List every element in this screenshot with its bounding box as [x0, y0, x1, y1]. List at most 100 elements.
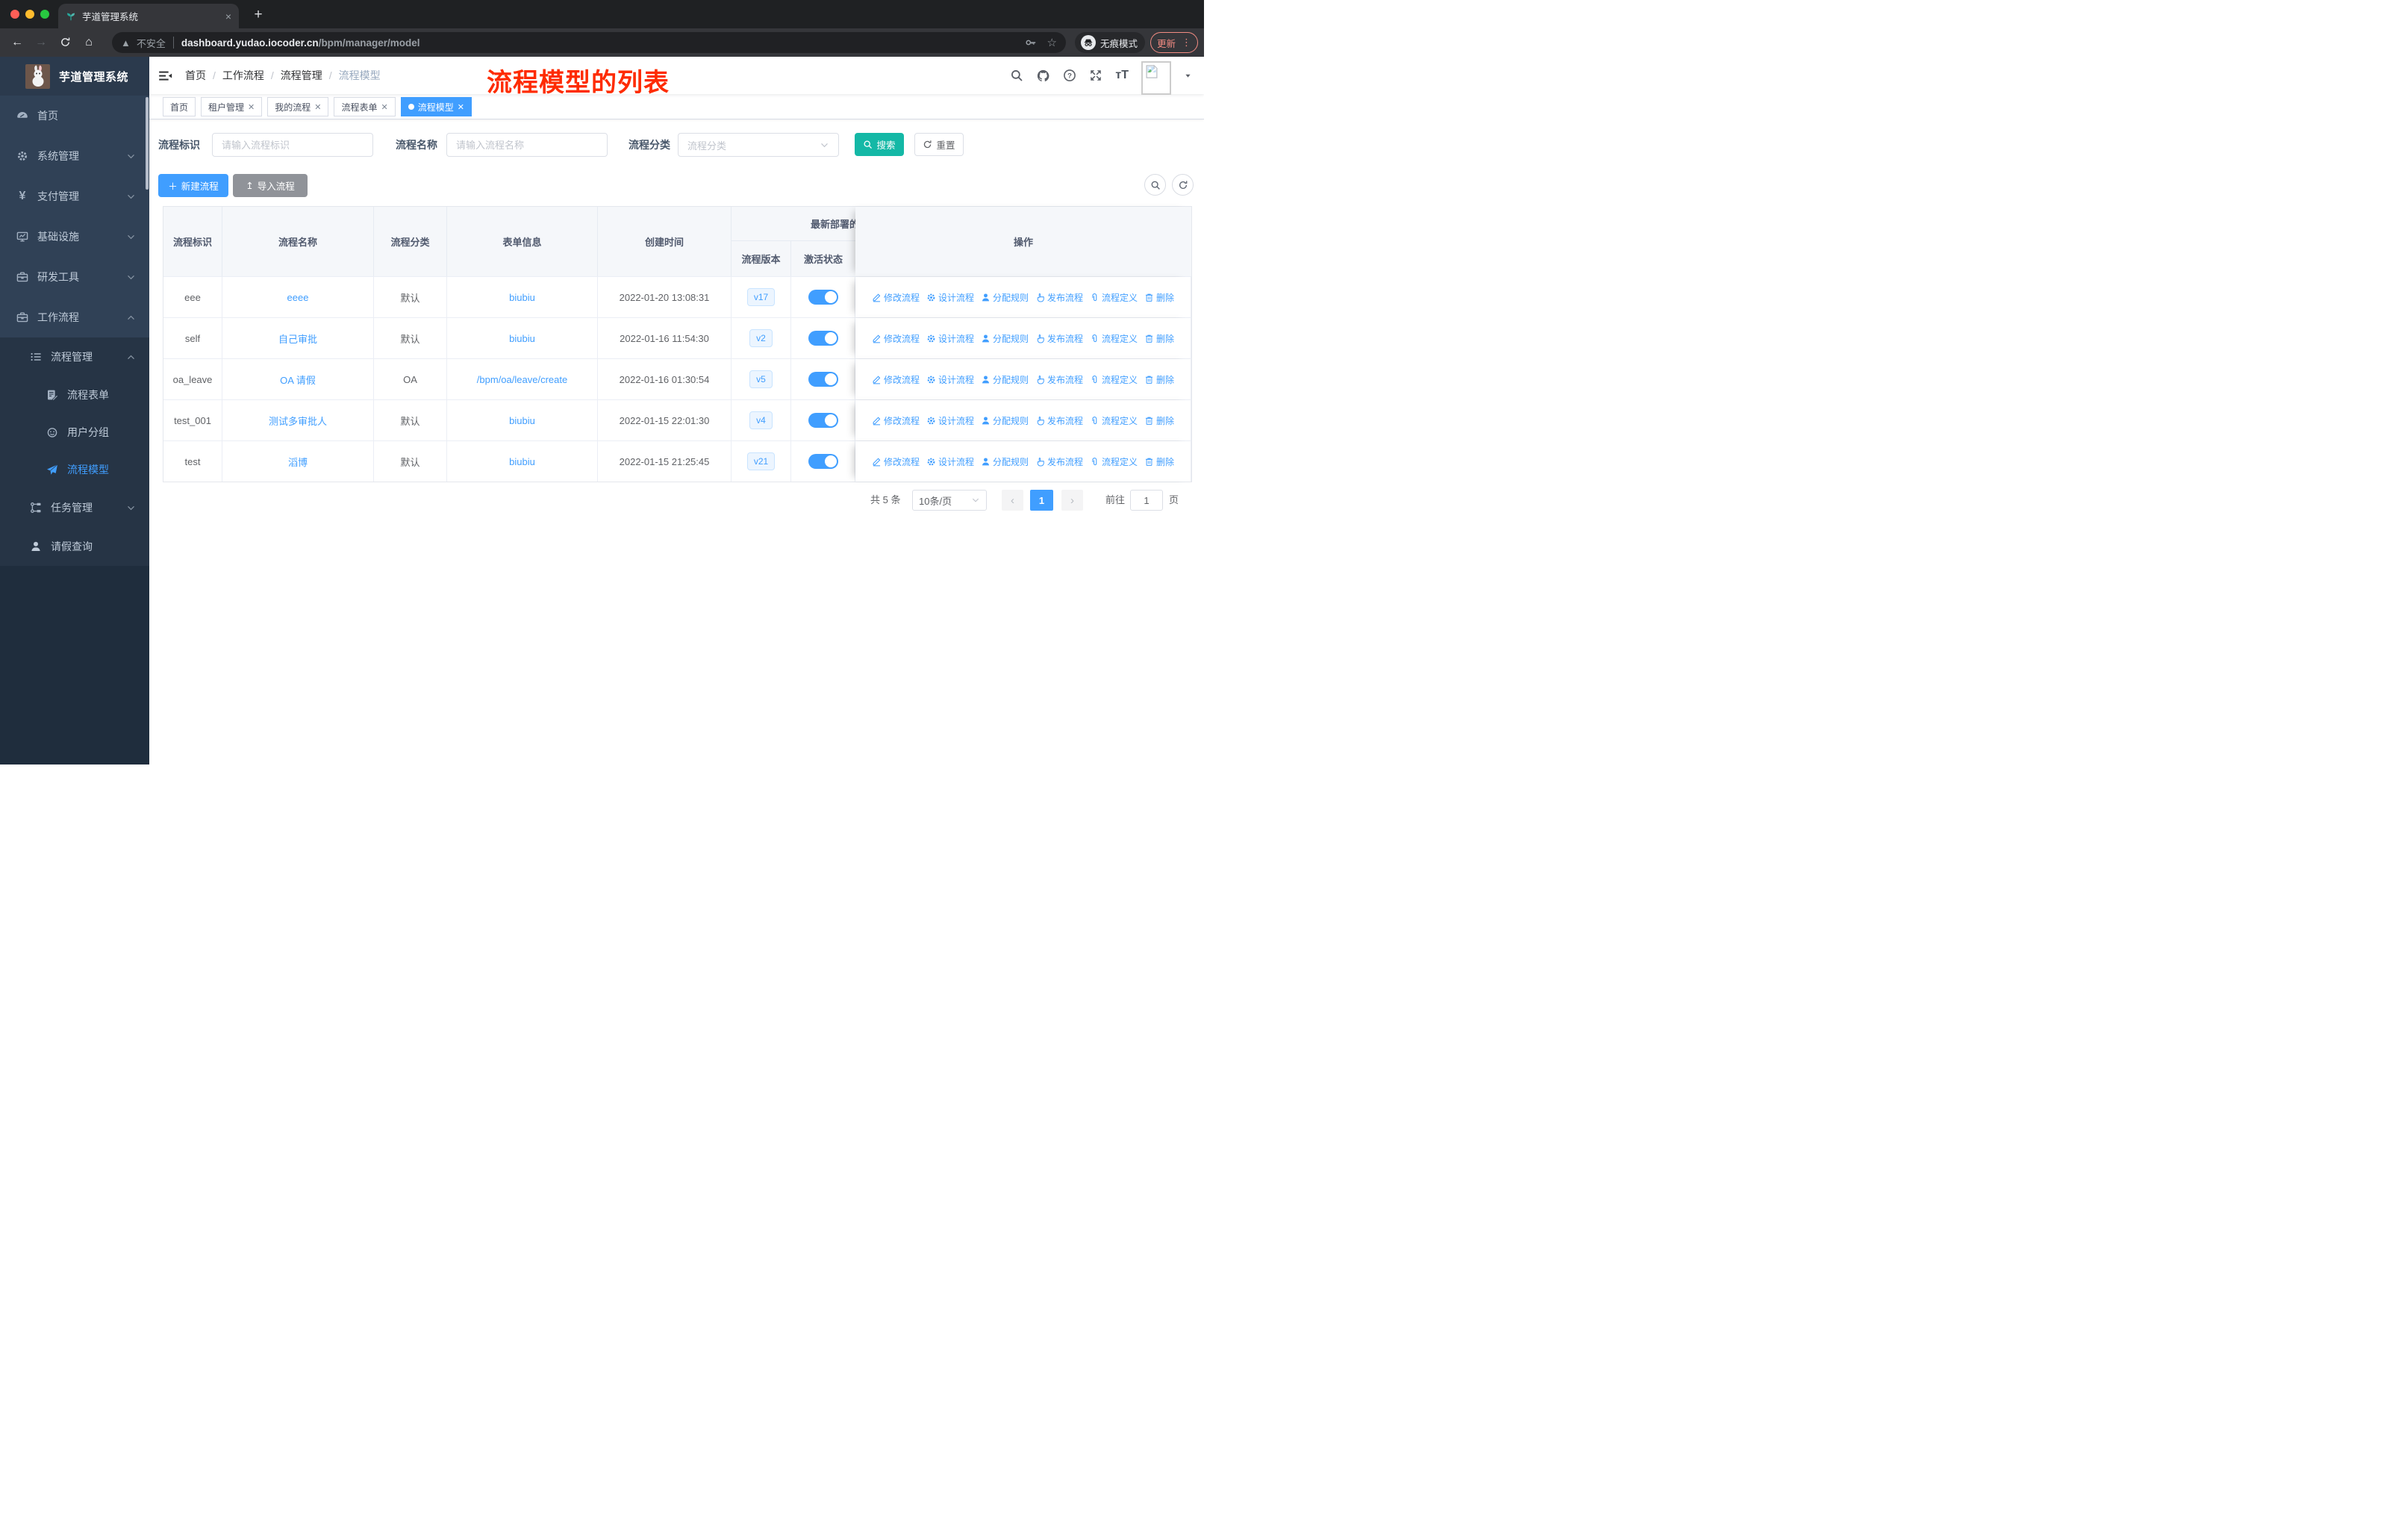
- version-badge[interactable]: v2: [749, 329, 773, 347]
- create-process-button[interactable]: ＋ 新建流程: [158, 174, 228, 197]
- form-info-link[interactable]: biubiu: [509, 292, 535, 303]
- tag-process-form[interactable]: 流程表单 ✕: [334, 97, 396, 116]
- form-info-link[interactable]: /bpm/oa/leave/create: [477, 374, 567, 385]
- close-icon[interactable]: ✕: [248, 102, 255, 112]
- action-assign-rule[interactable]: 分配规则: [981, 455, 1029, 468]
- reload-icon[interactable]: [54, 28, 76, 57]
- sidebar-item-system[interactable]: 系统管理: [0, 136, 149, 176]
- sidebar-item-process-management[interactable]: 流程管理: [0, 337, 149, 376]
- new-tab-button[interactable]: +: [248, 4, 269, 25]
- close-window-button[interactable]: [10, 10, 19, 19]
- font-size-icon[interactable]: тT: [1115, 69, 1129, 82]
- process-name-link[interactable]: eeee: [287, 292, 309, 303]
- goto-page-input[interactable]: [1130, 490, 1163, 511]
- action-delete[interactable]: 删除: [1144, 455, 1174, 468]
- action-definition[interactable]: 流程定义: [1090, 332, 1138, 345]
- search-icon[interactable]: [1010, 69, 1023, 82]
- action-delete[interactable]: 删除: [1144, 373, 1174, 386]
- sidebar-item-devtools[interactable]: 研发工具: [0, 257, 149, 297]
- process-name-link[interactable]: 自己审批: [278, 331, 317, 346]
- home-icon[interactable]: ⌂: [78, 28, 100, 57]
- security-label[interactable]: 不安全: [137, 36, 166, 50]
- process-name-input[interactable]: [446, 133, 608, 157]
- action-publish[interactable]: 发布流程: [1035, 373, 1083, 386]
- action-assign-rule[interactable]: 分配规则: [981, 291, 1029, 304]
- sidebar-item-infra[interactable]: 基础设施: [0, 217, 149, 257]
- action-publish[interactable]: 发布流程: [1035, 455, 1083, 468]
- tag-process-model[interactable]: 流程模型 ✕: [400, 97, 472, 116]
- sidebar-item-task-management[interactable]: 任务管理: [0, 488, 149, 527]
- back-icon[interactable]: ←: [6, 28, 28, 57]
- refresh-table-button[interactable]: [1172, 174, 1194, 196]
- action-definition[interactable]: 流程定义: [1090, 455, 1138, 468]
- key-icon[interactable]: [1025, 37, 1037, 49]
- toggle-search-button[interactable]: [1144, 174, 1166, 196]
- minimize-window-button[interactable]: [25, 10, 34, 19]
- action-design[interactable]: 设计流程: [926, 414, 974, 427]
- avatar-caret-down-icon[interactable]: [1184, 72, 1192, 80]
- close-icon[interactable]: ✕: [458, 102, 464, 112]
- action-design[interactable]: 设计流程: [926, 332, 974, 345]
- action-modify[interactable]: 修改流程: [872, 332, 920, 345]
- version-badge[interactable]: v4: [749, 411, 773, 429]
- action-publish[interactable]: 发布流程: [1035, 291, 1083, 304]
- tag-my-process[interactable]: 我的流程 ✕: [267, 97, 329, 116]
- sidebar-scrollbar[interactable]: [146, 97, 149, 190]
- browser-tab[interactable]: 芋道管理系统 ×: [58, 4, 239, 28]
- action-design[interactable]: 设计流程: [926, 291, 974, 304]
- bookmark-star-icon[interactable]: ☆: [1047, 36, 1057, 49]
- action-definition[interactable]: 流程定义: [1090, 373, 1138, 386]
- sidebar-item-leave-query[interactable]: 请假查询: [0, 527, 149, 566]
- action-assign-rule[interactable]: 分配规则: [981, 332, 1029, 345]
- action-assign-rule[interactable]: 分配规则: [981, 414, 1029, 427]
- close-icon[interactable]: ✕: [314, 102, 321, 112]
- update-label[interactable]: 更新: [1157, 36, 1176, 50]
- avatar[interactable]: [1141, 60, 1171, 95]
- process-name-link[interactable]: 滔博: [288, 455, 308, 469]
- action-delete[interactable]: 删除: [1144, 332, 1174, 345]
- hamburger-icon[interactable]: [158, 69, 172, 83]
- tab-close-icon[interactable]: ×: [225, 10, 231, 22]
- action-modify[interactable]: 修改流程: [872, 414, 920, 427]
- form-info-link[interactable]: biubiu: [509, 415, 535, 426]
- sidebar-logo[interactable]: 芋道管理系统: [0, 57, 149, 96]
- action-modify[interactable]: 修改流程: [872, 291, 920, 304]
- sidebar-item-process-model[interactable]: 流程模型: [0, 451, 149, 488]
- process-name-link[interactable]: 测试多审批人: [269, 414, 327, 428]
- tag-home[interactable]: 首页: [163, 97, 196, 116]
- sidebar-item-user-group[interactable]: 用户分组: [0, 414, 149, 451]
- browser-update-button[interactable]: 更新 ⋮: [1150, 32, 1198, 53]
- browser-menu-icon[interactable]: ⋮: [1182, 37, 1191, 49]
- action-modify[interactable]: 修改流程: [872, 455, 920, 468]
- version-badge[interactable]: v21: [746, 452, 776, 470]
- sidebar-item-home[interactable]: 首页: [0, 96, 149, 136]
- action-definition[interactable]: 流程定义: [1090, 291, 1138, 304]
- close-icon[interactable]: ✕: [381, 102, 388, 112]
- next-page-button[interactable]: ›: [1061, 490, 1083, 511]
- action-assign-rule[interactable]: 分配规则: [981, 373, 1029, 386]
- action-delete[interactable]: 删除: [1144, 414, 1174, 427]
- action-publish[interactable]: 发布流程: [1035, 414, 1083, 427]
- action-definition[interactable]: 流程定义: [1090, 414, 1138, 427]
- version-badge[interactable]: v17: [746, 288, 776, 306]
- import-process-button[interactable]: ↥ 导入流程: [233, 174, 308, 197]
- breadcrumb-workflow[interactable]: 工作流程: [222, 68, 264, 83]
- github-icon[interactable]: [1036, 69, 1050, 83]
- breadcrumb-home[interactable]: 首页: [185, 68, 206, 83]
- action-publish[interactable]: 发布流程: [1035, 332, 1083, 345]
- form-info-link[interactable]: biubiu: [509, 333, 535, 344]
- address-bar[interactable]: ▲ 不安全 dashboard.yudao.iocoder.cn/bpm/man…: [112, 32, 1066, 53]
- active-toggle[interactable]: [808, 413, 838, 428]
- category-select[interactable]: 流程分类: [678, 133, 839, 157]
- search-button[interactable]: 搜索: [855, 133, 904, 156]
- sidebar-item-pay[interactable]: ¥ 支付管理: [0, 176, 149, 217]
- sidebar-item-process-form[interactable]: 流程表单: [0, 376, 149, 414]
- sidebar-item-workflow[interactable]: 工作流程: [0, 297, 149, 337]
- page-size-select[interactable]: 10条/页: [912, 490, 987, 511]
- action-design[interactable]: 设计流程: [926, 455, 974, 468]
- tag-tenant[interactable]: 租户管理 ✕: [201, 97, 263, 116]
- active-toggle[interactable]: [808, 290, 838, 305]
- breadcrumb-process-management[interactable]: 流程管理: [281, 68, 322, 83]
- current-page-button[interactable]: 1: [1030, 490, 1053, 511]
- prev-page-button[interactable]: ‹: [1002, 490, 1023, 511]
